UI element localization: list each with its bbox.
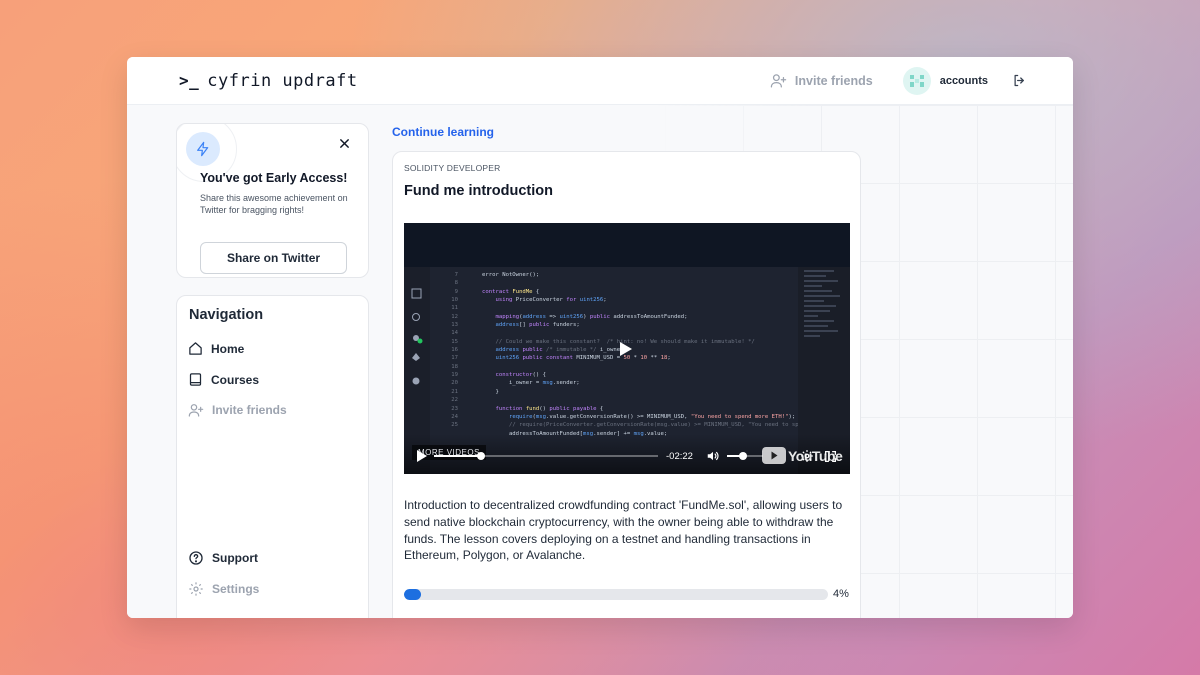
- time-remaining: -02:22: [666, 451, 693, 462]
- early-access-text: Share this awesome achievement on Twitte…: [200, 193, 348, 215]
- progress-bar-fill: [404, 589, 421, 600]
- content-area: You've got Early Access! Share this awes…: [127, 105, 1073, 618]
- navigation-card: Navigation Home Courses Invite friends S…: [176, 295, 369, 618]
- video-header: [404, 223, 850, 267]
- logo-text: cyfrin updraft: [207, 70, 358, 91]
- seek-bar[interactable]: [434, 452, 658, 460]
- volume-handle[interactable]: [739, 452, 748, 460]
- progress-percent: 4%: [833, 588, 849, 600]
- help-circle-icon: [189, 551, 203, 565]
- seek-handle[interactable]: [477, 452, 486, 460]
- gear-icon: [189, 582, 203, 596]
- invite-friends-label: Invite friends: [794, 73, 873, 88]
- code-text: error NotOwner(); contract FundMe { usin…: [482, 272, 809, 437]
- bolt-badge: [186, 132, 220, 166]
- nav-item-label: Settings: [212, 582, 260, 596]
- user-plus-icon: [770, 74, 787, 88]
- nav-item-courses[interactable]: Courses: [188, 372, 259, 387]
- navigation-title: Navigation: [189, 307, 264, 323]
- nav-item-label: Support: [212, 551, 258, 565]
- early-access-title: You've got Early Access!: [200, 171, 348, 185]
- youtube-play-icon: [762, 447, 786, 464]
- lightning-bolt-icon: [197, 141, 209, 157]
- logout-button[interactable]: [1012, 73, 1027, 88]
- close-button[interactable]: [339, 138, 350, 149]
- volume-icon[interactable]: [706, 449, 720, 463]
- nav-item-label: Invite friends: [212, 403, 287, 417]
- nav-item-settings[interactable]: Settings: [188, 581, 259, 597]
- user-plus-icon: [188, 404, 204, 417]
- invite-friends-link[interactable]: Invite friends: [770, 72, 873, 89]
- nav-item-support[interactable]: Support: [188, 550, 258, 566]
- video-player[interactable]: 7 8 9 10 11 12 13 14 15 16 17 18 19 20 21 22 23 24 25 erro…: [404, 223, 850, 474]
- volume-slider[interactable]: [727, 452, 763, 460]
- early-access-card: You've got Early Access! Share this awes…: [176, 123, 369, 278]
- continue-learning-link[interactable]: Continue learning: [392, 125, 494, 139]
- avatar-pattern-icon: [909, 74, 924, 87]
- lesson-title: Fund me introduction: [404, 183, 554, 199]
- terminal-prompt-icon: >_: [179, 71, 200, 90]
- progress-bar: [404, 589, 828, 600]
- account-name[interactable]: accounts: [940, 75, 988, 87]
- nav-item-label: Courses: [211, 372, 260, 387]
- lesson-card: SOLIDITY DEVELOPER Fund me introduction …: [392, 151, 861, 618]
- nav-item-home[interactable]: Home: [188, 341, 244, 356]
- logout-icon: [1014, 74, 1024, 87]
- logo[interactable]: >_ cyfrin updraft: [179, 71, 358, 91]
- play-button-icon[interactable]: [416, 449, 428, 463]
- share-on-twitter-button[interactable]: Share on Twitter: [200, 242, 347, 274]
- seek-bar-fill: [434, 455, 482, 457]
- home-icon: [189, 342, 202, 355]
- course-eyebrow: SOLIDITY DEVELOPER: [404, 163, 501, 173]
- play-icon[interactable]: [619, 341, 633, 357]
- avatar[interactable]: [902, 66, 931, 95]
- video-controls: MORE VIDEOS -02:22 YouTube: [404, 434, 850, 474]
- nav-item-label: Home: [211, 341, 245, 356]
- top-bar: >_ cyfrin updraft Invite friends account…: [127, 57, 1073, 105]
- nav-item-invite-friends[interactable]: Invite friends: [188, 402, 287, 418]
- lesson-description: Introduction to decentralized crowdfundi…: [404, 498, 843, 563]
- app-window: >_ cyfrin updraft Invite friends account…: [127, 57, 1073, 618]
- line-numbers: 7 8 9 10 11 12 13 14 15 16 17 18 19 20 21 22 23 24 25: [451, 272, 458, 429]
- fullscreen-icon[interactable]: [824, 450, 837, 463]
- settings-gear-icon[interactable]: [800, 449, 814, 463]
- close-icon: [340, 139, 349, 148]
- book-icon: [189, 373, 202, 386]
